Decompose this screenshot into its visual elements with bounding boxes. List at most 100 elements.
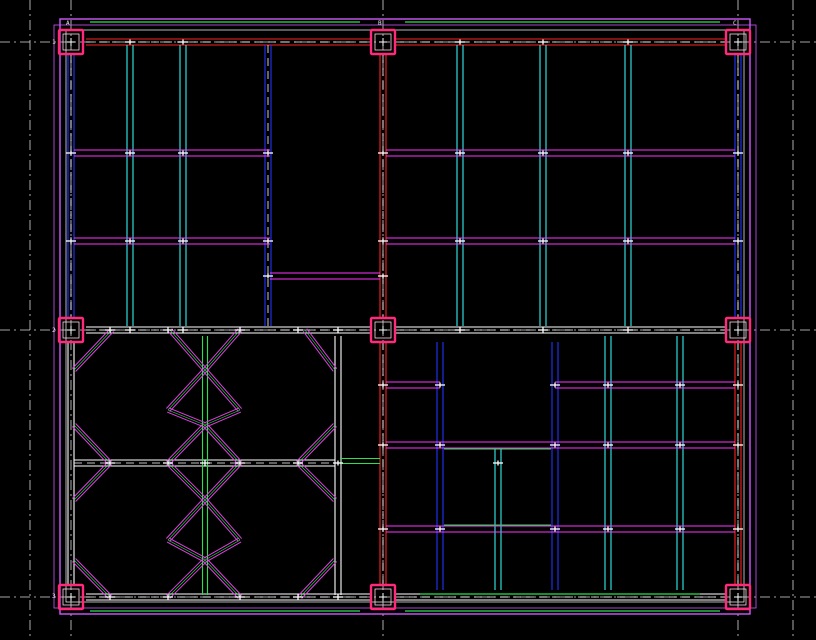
joint-marker-50 [105, 460, 115, 466]
beam-lines [67, 38, 742, 601]
beam-left-upper [67, 55, 75, 318]
brace-18-center [204, 369, 241, 411]
brace-23-center [167, 539, 206, 561]
brace-5 [72, 423, 112, 465]
frame-outer-border [59, 18, 751, 615]
joint-marker-56 [235, 460, 245, 466]
framing-plan-drawing[interactable]: A B C 1 2 3 [0, 0, 816, 640]
brace-24 [203, 537, 242, 563]
beam-upper-right-h1 [386, 149, 735, 157]
brace-9-edge-a [75, 464, 112, 502]
brace-2-edge-b [171, 328, 208, 369]
beam-upper-right-cyan-3 [624, 45, 632, 326]
brace-10-edge-a [166, 464, 204, 502]
brace-14-edge-b [166, 558, 204, 596]
brace-17 [166, 368, 207, 412]
brace-22-center [204, 499, 241, 541]
joint-marker-26 [538, 327, 548, 333]
brace-12-center [297, 462, 336, 501]
beam-mid-column-upper [379, 55, 387, 318]
beam-lower-right-cyan-1 [604, 336, 612, 590]
beam-upper-left-cyan-2 [179, 45, 187, 326]
brace-6-center [167, 424, 206, 464]
axis-tags: A B C 1 2 3 [52, 20, 737, 600]
brace-8-center [297, 424, 336, 464]
frame-outer-border-2 [53, 24, 757, 609]
brace-4 [302, 328, 338, 372]
brace-9 [72, 461, 112, 502]
brace-1 [72, 328, 114, 372]
brace-19-center [167, 409, 206, 426]
brace-14-center [167, 559, 206, 598]
brace-1-edge-a [75, 331, 114, 372]
brace-17-edge-a [166, 368, 204, 409]
brace-10-center [167, 462, 206, 501]
brace-12 [296, 461, 337, 502]
brace-8-edge-b [296, 423, 334, 462]
brace-16-edge-b [298, 558, 334, 596]
brace-20 [203, 407, 242, 428]
brace-24-center [204, 539, 241, 561]
beam-upper-right-h2 [386, 237, 735, 245]
axis-tag-b: B [378, 20, 382, 27]
axis-tag-2: 2 [52, 327, 56, 334]
brace-24-edge-b [205, 541, 242, 563]
brace-23 [166, 537, 207, 563]
joint-marker-59 [293, 460, 303, 466]
beam-upper-left-h1 [74, 149, 270, 157]
brace-14-edge-a [169, 561, 207, 599]
beam-lower-right-h1-left [386, 381, 440, 389]
axis-tag-1: 1 [52, 39, 56, 46]
brace-7-edge-a [203, 426, 239, 465]
column-5 [369, 316, 397, 344]
joint-marker-22 [178, 327, 188, 333]
joint-marker-63 [333, 594, 343, 600]
joint-marker-57 [235, 594, 245, 600]
brace-19 [166, 407, 207, 428]
brace-6 [166, 423, 207, 465]
brace-2-center [169, 329, 206, 371]
frame-inner-border [65, 29, 745, 603]
brace-6-edge-a [169, 426, 207, 465]
joint-markers [66, 39, 743, 600]
beam-lower-left-green-stub [340, 457, 380, 465]
brace-7-center [204, 424, 241, 464]
joint-marker-20 [125, 327, 135, 333]
brace-18 [202, 368, 243, 412]
beam-lower-right-cyan-short [494, 448, 502, 590]
cad-viewport[interactable]: A B C 1 2 3 [0, 0, 816, 640]
brace-9-edge-b [72, 461, 109, 499]
joint-marker-21 [178, 39, 188, 45]
joint-marker-64 [200, 460, 210, 466]
brace-7-edge-b [206, 423, 242, 462]
brace-15-center [204, 559, 241, 598]
brace-13-edge-a [75, 558, 112, 596]
brace-13-center [73, 559, 111, 598]
brace-23-edge-a [166, 541, 205, 563]
beam-upper-left-blue [264, 45, 272, 326]
beam-upper-left-h2 [74, 237, 270, 245]
brace-13 [72, 558, 112, 599]
brace-4-edge-a [302, 331, 334, 372]
beam-upper-left-cyan-1 [126, 45, 134, 326]
brace-22 [202, 498, 243, 542]
brace-17-center [167, 369, 206, 411]
beam-lower-right-blue-2 [551, 342, 559, 590]
joint-marker-19 [125, 39, 135, 45]
brace-7 [203, 423, 242, 465]
brace-18-edge-a [202, 371, 239, 412]
beam-lower-right-cyan-2 [676, 336, 684, 590]
brace-10 [166, 461, 207, 502]
brace-23-edge-b [168, 537, 207, 559]
brace-13-edge-b [72, 561, 109, 599]
brace-18-edge-b [206, 368, 243, 409]
joint-marker-53 [163, 460, 173, 466]
axis-lines [0, 0, 816, 640]
brace-3-edge-b [202, 328, 239, 369]
joint-marker-27 [623, 39, 633, 45]
beam-lower-right-h1-right [555, 381, 735, 389]
brace-10-edge-b [169, 461, 207, 499]
columns [57, 28, 752, 611]
brace-6-edge-b [166, 423, 204, 462]
joint-marker-28 [623, 327, 633, 333]
